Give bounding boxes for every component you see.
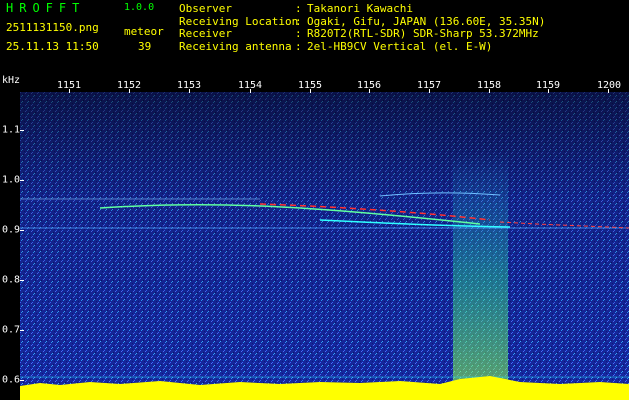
y-tick-mark <box>20 230 24 231</box>
info-separator: : <box>295 27 302 40</box>
noise-fade <box>20 92 629 400</box>
bottom-band <box>20 386 629 400</box>
station-info: Observer: Takanori Kawachi Receiving Loca… <box>179 2 546 54</box>
x-tick-mark <box>310 89 311 93</box>
interference-column <box>453 152 508 400</box>
y-tick-label: 0.8 <box>2 274 21 286</box>
x-tick-mark <box>129 89 130 93</box>
y-tick-label: 1.1 <box>2 124 21 136</box>
y-tick-mark <box>20 380 24 381</box>
info-value: Takanori Kawachi <box>307 2 413 15</box>
info-separator: : <box>295 39 302 53</box>
x-tick-label: 1200 <box>596 80 622 91</box>
x-tick-mark <box>548 89 549 93</box>
x-tick-mark <box>489 89 490 93</box>
y-axis-unit: kHz <box>2 75 21 86</box>
y-tick-mark <box>20 330 24 331</box>
meteor-label: meteor <box>124 25 164 38</box>
info-value: R820T2(RTL-SDR) SDR-Sharp 53.372MHz <box>307 27 539 40</box>
meteor-count: 39 <box>138 40 152 53</box>
info-value: 2el-HB9CV Vertical (el. E-W) <box>307 39 493 53</box>
info-separator: : <box>295 2 302 15</box>
x-tick-mark <box>189 89 190 93</box>
x-tick-mark <box>250 89 251 93</box>
header-panel: HROFFT 1.0.0 2511131150.png 25.11.13 11:… <box>0 0 629 74</box>
x-tick-mark <box>429 89 430 93</box>
datetime-label: 25.11.13 11:50 <box>6 40 99 53</box>
info-row-antenna: Receiving antenna:2el-HB9CV Vertical (el… <box>179 39 545 54</box>
y-tick-mark <box>20 130 24 131</box>
spectrogram-plot <box>20 92 629 400</box>
x-tick-mark <box>369 89 370 93</box>
y-tick-label: 0.7 <box>2 324 21 336</box>
filename-label: 2511131150.png <box>6 21 99 34</box>
y-tick-mark <box>20 180 24 181</box>
info-value: Ogaki, Gifu, JAPAN (136.60E, 35.35N) <box>307 14 546 28</box>
info-key: Observer <box>179 2 232 15</box>
y-tick-label: 0.6 <box>2 374 21 386</box>
info-key: Receiver <box>179 27 232 40</box>
app-version: 1.0.0 <box>124 2 155 13</box>
info-key: Receiving antenna <box>179 39 292 53</box>
y-tick-label: 1.0 <box>2 174 21 186</box>
y-tick-mark <box>20 280 24 281</box>
y-tick-label: 0.9 <box>2 224 21 236</box>
app-title: HROFFT <box>6 1 86 15</box>
x-tick-mark <box>69 89 70 93</box>
spectrogram-svg <box>20 92 629 400</box>
x-tick-mark <box>608 89 609 93</box>
